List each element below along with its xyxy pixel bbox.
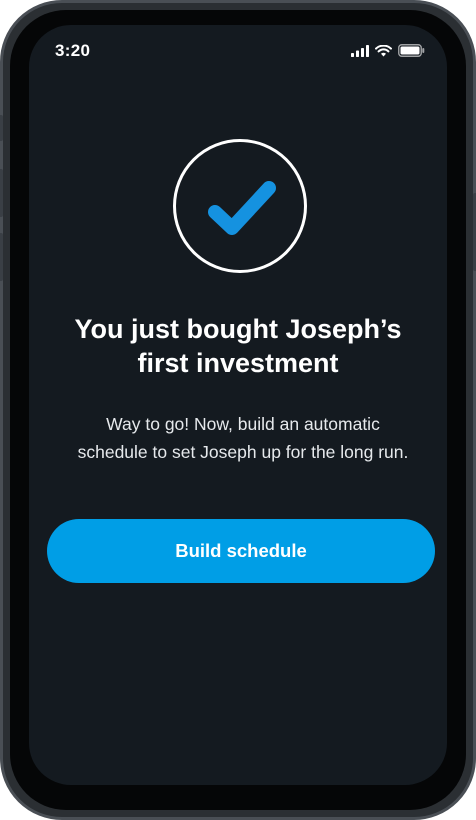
status-bar: 3:20 bbox=[29, 25, 447, 75]
phone-screen: 3:20 You just bought Joseph’s first inve… bbox=[29, 25, 447, 785]
confirmation-subtext: Way to go! Now, build an automatic sched… bbox=[49, 410, 437, 466]
success-badge bbox=[173, 139, 307, 273]
checkmark-icon bbox=[208, 181, 276, 235]
side-button-volume-down bbox=[0, 233, 3, 281]
side-button-volume-up bbox=[0, 169, 3, 217]
status-icons bbox=[351, 44, 425, 62]
status-time: 3:20 bbox=[55, 41, 91, 60]
wifi-icon bbox=[375, 44, 392, 62]
battery-icon bbox=[398, 44, 425, 62]
cellular-signal-icon bbox=[351, 44, 369, 62]
subtext-line-1: Way to go! Now, build an automatic bbox=[106, 414, 380, 434]
subtext-line-2: schedule to set Joseph up for the long r… bbox=[77, 442, 409, 462]
confirmation-headline: You just bought Joseph’s first investmen… bbox=[49, 312, 427, 380]
phone-frame: 3:20 You just bought Joseph’s first inve… bbox=[0, 0, 476, 820]
headline-line-2: first investment bbox=[137, 348, 339, 378]
headline-line-1: You just bought Joseph’s bbox=[74, 314, 402, 344]
side-button-silent bbox=[0, 115, 3, 141]
build-schedule-button[interactable]: Build schedule bbox=[47, 519, 435, 583]
